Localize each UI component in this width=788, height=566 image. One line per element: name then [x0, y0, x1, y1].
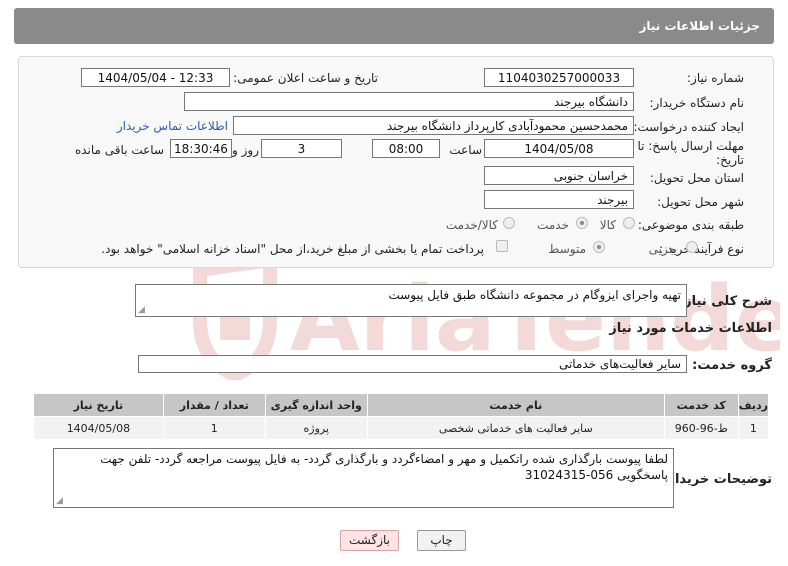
buyer-notes-field[interactable]: لطفا پیوست بارگذاری شده راتکمیل و مهر و … — [53, 448, 674, 508]
cell-need-date: 1404/05/08 — [33, 416, 164, 440]
cell-service-code: ط-96-960 — [663, 416, 739, 440]
resize-grip-icon[interactable]: ◢ — [56, 497, 63, 506]
category-option-goods: کالا — [599, 218, 616, 232]
header-bar: جزئیات اطلاعات نیاز — [14, 8, 774, 44]
cell-service-name: سایر فعالیت های خدماتی شخصی — [366, 416, 665, 440]
requester-label: ایجاد کننده درخواست: — [633, 120, 744, 134]
col-header-service-code: کد خدمت — [663, 393, 739, 417]
category-radio-goods[interactable] — [623, 217, 635, 229]
province-label: استان محل تحویل: — [649, 171, 744, 185]
table-header-row: ردیف کد خدمت نام خدمت واحد اندازه گیری ت… — [33, 393, 770, 417]
buyer-notes-text: لطفا پیوست بارگذاری شده راتکمیل و مهر و … — [100, 452, 668, 482]
buyer-notes-label: توضیحات خریدار: — [662, 472, 772, 487]
page-title: جزئیات اطلاعات نیاز — [639, 19, 760, 33]
process-radio-minor[interactable] — [686, 241, 698, 253]
city-label: شهر محل تحویل: — [657, 195, 744, 209]
province-field[interactable]: خراسان جنوبی — [484, 166, 634, 185]
need-number-label: شماره نیاز: — [687, 71, 744, 85]
cell-unit: پروژه — [264, 416, 368, 440]
need-summary-label: شرح کلی نیاز: — [678, 294, 772, 309]
deadline-label: مهلت ارسال پاسخ: تا — [637, 139, 744, 153]
need-summary-field[interactable]: تهیه واجرای ایزوگام در مجموعه دانشگاه طب… — [135, 284, 687, 317]
service-group-label: گروه خدمت: — [692, 358, 772, 373]
deadline-date-field[interactable]: 1404/05/08 — [484, 139, 634, 158]
category-option-goods-service: کالا/خدمت — [445, 218, 498, 232]
deadline-time-field[interactable]: 08:00 — [372, 139, 440, 158]
need-number-field[interactable]: 1104030257000033 — [484, 68, 634, 87]
print-button[interactable]: چاپ — [417, 530, 466, 551]
cell-row-number: 1 — [737, 416, 770, 440]
col-header-quantity: تعداد / مقدار — [162, 393, 266, 417]
requester-field[interactable]: محمدحسین محمودآبادی کارپرداز دانشگاه بیر… — [233, 116, 634, 135]
category-option-service: خدمت — [537, 218, 569, 232]
back-button[interactable]: بازگشت — [340, 530, 399, 551]
col-header-need-date: تاریخ نیاز — [33, 393, 164, 417]
table-row: 1 ط-96-960 سایر فعالیت های خدماتی شخصی پ… — [33, 416, 770, 440]
announce-date-field[interactable]: 1404/05/04 - 12:33 — [81, 68, 230, 87]
process-option-medium: متوسط — [548, 242, 586, 256]
deadline-time-label: ساعت — [449, 143, 482, 157]
category-radio-goods-service[interactable] — [503, 217, 515, 229]
announce-date-label: تاریخ و ساعت اعلان عمومی: — [233, 71, 378, 85]
category-label: طبقه بندی موضوعی: — [637, 218, 744, 232]
process-option-minor: جزیی — [648, 242, 676, 256]
buyer-contact-link[interactable]: اطلاعات تماس خریدار — [117, 119, 228, 133]
buyer-org-label: نام دستگاه خریدار: — [649, 96, 745, 110]
col-header-unit: واحد اندازه گیری — [264, 393, 368, 417]
days-remaining-field[interactable]: 3 — [261, 139, 342, 158]
days-label: روز و — [232, 143, 259, 157]
cell-quantity: 1 — [162, 416, 266, 440]
col-header-row-number: ردیف — [737, 393, 770, 417]
resize-grip-icon[interactable]: ◢ — [138, 306, 145, 315]
need-summary-text: تهیه واجرای ایزوگام در مجموعه دانشگاه طب… — [388, 288, 681, 302]
category-radio-service[interactable] — [576, 217, 588, 229]
service-group-field[interactable]: سایر فعالیت‌های خدماتی — [138, 355, 687, 373]
col-header-service-name: نام خدمت — [366, 393, 665, 417]
services-section-heading: اطلاعات خدمات مورد نیاز — [609, 321, 772, 336]
deadline-date-label: تاریخ: — [716, 153, 744, 167]
treasury-payment-checkbox[interactable] — [496, 240, 508, 252]
time-remaining-label: ساعت باقی مانده — [74, 143, 164, 157]
need-info-panel — [18, 56, 774, 268]
time-remaining-field[interactable]: 18:30:46 — [170, 139, 232, 158]
city-field[interactable]: بیرجند — [484, 190, 634, 209]
treasury-payment-note: پرداخت تمام یا بخشی از مبلغ خرید،از محل … — [101, 242, 484, 256]
services-table: ردیف کد خدمت نام خدمت واحد اندازه گیری ت… — [33, 393, 770, 440]
buyer-org-field[interactable]: دانشگاه بیرجند — [184, 92, 634, 111]
process-radio-medium[interactable] — [593, 241, 605, 253]
